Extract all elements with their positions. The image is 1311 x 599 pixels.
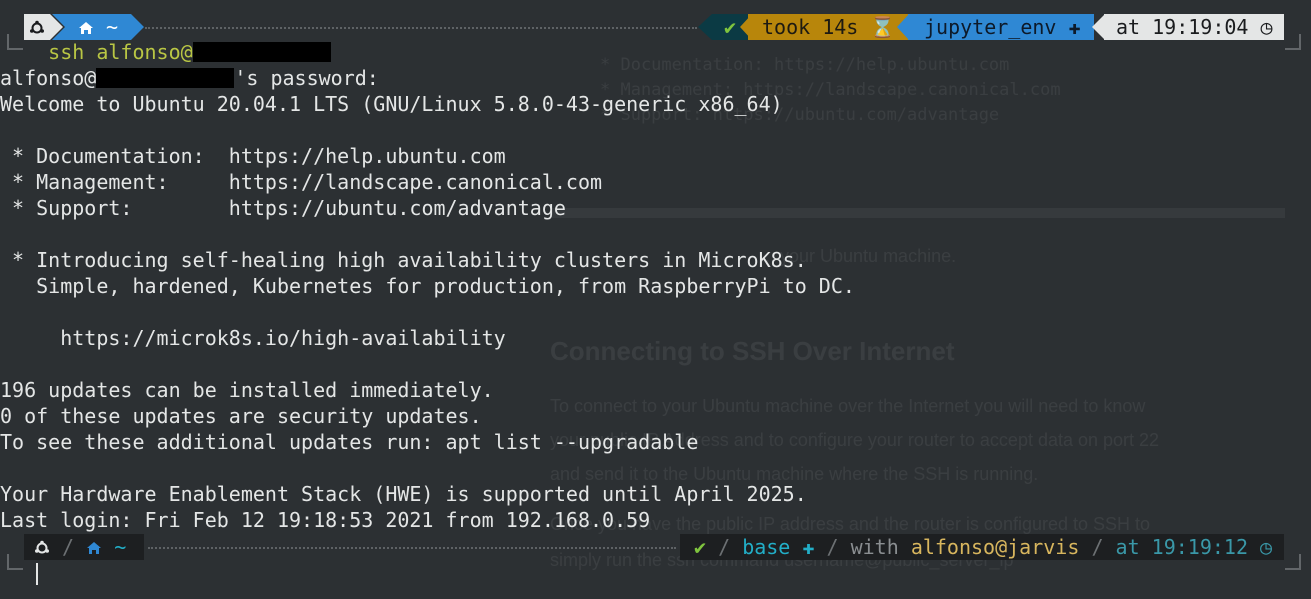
segment-separator: / [62,535,87,559]
prompt-frame-right [1285,34,1301,50]
cwd-text: ~ [114,535,127,559]
time-text: at 19:19:12 [1115,535,1248,559]
env-name: base [742,535,791,559]
password-suffix: 's password: [234,66,379,90]
segment-separator: / [826,535,851,559]
prompt-filler [145,27,697,29]
command-line: ssh alfonso@ [0,39,855,65]
terminal-output: ssh alfonso@ alfonso@ 's password: Welcom… [0,39,855,533]
intro-line: * Introducing self-healing high availabi… [0,248,807,272]
segment-arrow [698,14,712,40]
last-login-line: Last login: Fri Feb 12 19:18:53 2021 fro… [0,508,651,532]
segment-separator: / [718,535,743,559]
env-name: jupyter_env [924,15,1057,39]
mgmt-link[interactable]: https://landscape.canonical.com [229,170,602,194]
microk8s-link[interactable]: https://microk8s.io/high-availability [0,325,855,351]
hwe-line: Your Hardware Enablement Stack (HWE) is … [0,482,807,506]
ubuntu-icon [24,14,50,40]
mgmt-line: * Management: https://landscape.canonica… [0,169,855,195]
prompt-right-segment: ✔ / base ✚ / with alfonso@jarvis / at 19… [680,534,1284,560]
hourglass-icon: ⌛ [870,15,896,39]
env-segment: jupyter_env ✚ [908,14,1094,40]
python-icon: ✚ [1068,15,1081,39]
segment-separator: / [1091,535,1116,559]
redacted-host [192,42,331,62]
cwd-segment: ~ [65,14,131,40]
cwd-text: ~ [106,15,119,39]
command-text: ssh alfonso@ [48,40,193,64]
welcome-line: Welcome to Ubuntu 20.04.1 LTS (GNU/Linux… [0,92,783,116]
support-line: * Support: https://ubuntu.com/advantage [0,195,855,221]
doc-line: * Documentation: https://help.ubuntu.com [0,143,855,169]
status-ok-icon: ✔ [694,535,707,559]
updates-line: 196 updates can be installed immediately… [0,378,494,402]
duration-text: took 14s [762,15,859,39]
prompt-bottom: / ~ ✔ / base ✚ / with alfonso@jarvis / a… [0,534,1311,584]
time-text: at 19:19:04 [1116,15,1249,39]
prompt-left-segment: / ~ [24,534,144,560]
doc-link[interactable]: https://help.ubuntu.com [229,144,506,168]
clock-icon: ◷ [1260,15,1273,39]
home-icon [87,542,102,554]
clock-icon: ◷ [1260,535,1273,559]
password-prefix: alfonso@ [0,66,97,90]
redacted-host [96,68,235,88]
password-line: alfonso@ 's password: [0,65,855,91]
with-label: with [850,535,899,559]
link-label: * Support: [0,196,229,220]
home-icon [78,22,93,34]
updates-line: To see these additional updates run: apt… [0,430,699,454]
updates-line: 0 of these updates are security updates. [0,404,482,428]
prompt-filler [148,547,676,549]
link-label: * Documentation: [0,144,229,168]
duration-segment: took 14s ⌛ [748,14,908,40]
terminal-cursor[interactable] [36,563,38,585]
prompt-frame-left [7,554,23,570]
segment-arrow [52,14,65,40]
time-segment: at 19:19:04 ◷ [1104,14,1284,40]
segment-arrow [131,14,144,40]
user-host: alfonso@jarvis [910,535,1080,559]
intro-line: Simple, hardened, Kubernetes for product… [0,274,855,298]
ubuntu-icon [35,540,49,554]
link-label: * Management: [0,170,229,194]
support-link[interactable]: https://ubuntu.com/advantage [229,196,566,220]
prompt-frame-right [1285,554,1301,570]
python-icon: ✚ [802,535,815,559]
